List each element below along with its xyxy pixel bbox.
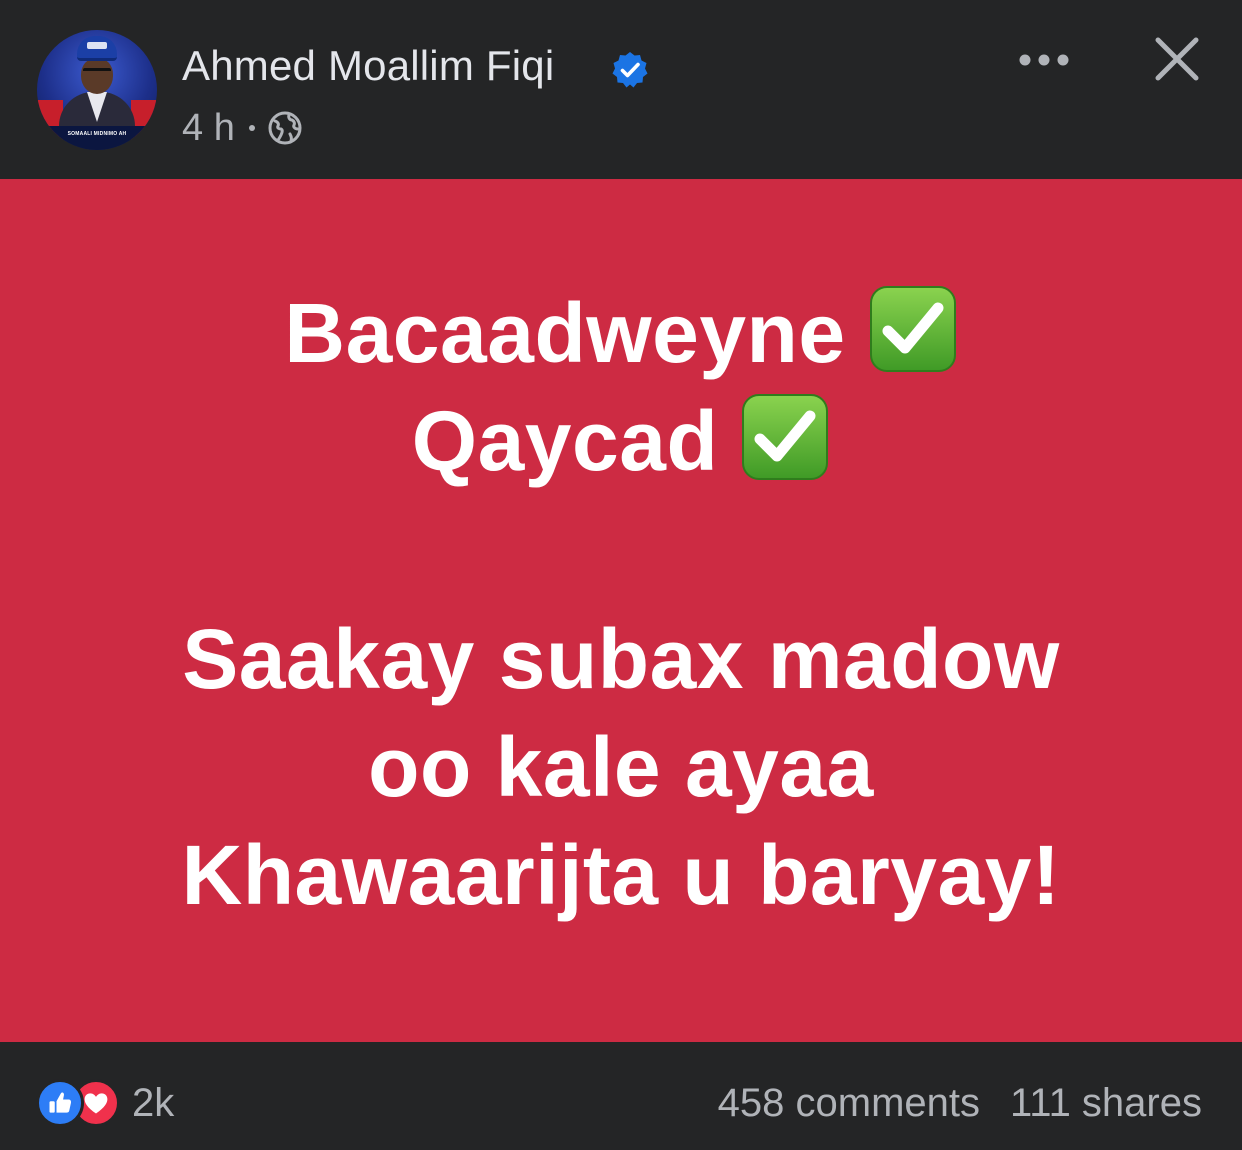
post-line-1: Bacaadweyne xyxy=(0,283,1242,383)
comments-count-link[interactable]: 458 comments xyxy=(718,1081,980,1126)
check-mark-button-icon xyxy=(742,394,829,480)
post-text-line-3: Saakay subax madow xyxy=(182,612,1060,706)
meta-separator xyxy=(248,125,255,131)
post-text-line-2: Qaycad xyxy=(411,394,719,488)
like-icon xyxy=(36,1079,84,1127)
avatar-person-glasses xyxy=(83,68,111,79)
avatar-person-cap xyxy=(77,36,117,61)
close-icon xyxy=(1155,37,1199,81)
post-text-line-5: Khawaarijta u baryay! xyxy=(181,828,1061,922)
post-text-line-1: Bacaadweyne xyxy=(284,286,846,380)
post-viewer: SOMAALI MIDNIMO AH Ahmed Moallim Fiqi 4 … xyxy=(0,0,1242,1150)
verified-badge-icon xyxy=(612,52,648,88)
post-timestamp[interactable]: 4 h xyxy=(182,107,235,150)
post-content[interactable]: Bacaadweyne Qaycad Saakay subax madow oo… xyxy=(0,179,1242,1042)
post-stats: 458 comments 111 shares xyxy=(718,1078,1202,1128)
globe-icon[interactable] xyxy=(267,110,303,146)
more-options-button[interactable] xyxy=(1014,36,1074,84)
check-mark-button-icon xyxy=(869,286,956,372)
more-options-icon xyxy=(1019,54,1069,66)
shares-count-link[interactable]: 111 shares xyxy=(1010,1081,1202,1126)
reactions-summary[interactable]: 2k xyxy=(36,1078,174,1128)
post-meta: 4 h xyxy=(182,106,303,150)
avatar-banner: SOMAALI MIDNIMO AH xyxy=(37,126,157,150)
reaction-count[interactable]: 2k xyxy=(132,1081,174,1126)
avatar[interactable]: SOMAALI MIDNIMO AH xyxy=(37,30,157,150)
close-button[interactable] xyxy=(1148,30,1206,88)
author-name[interactable]: Ahmed Moallim Fiqi xyxy=(182,42,554,90)
post-line-2: Qaycad xyxy=(0,391,1242,491)
post-text-line-4: oo kale ayaa xyxy=(368,720,874,814)
post-header: SOMAALI MIDNIMO AH Ahmed Moallim Fiqi 4 … xyxy=(0,0,1242,179)
